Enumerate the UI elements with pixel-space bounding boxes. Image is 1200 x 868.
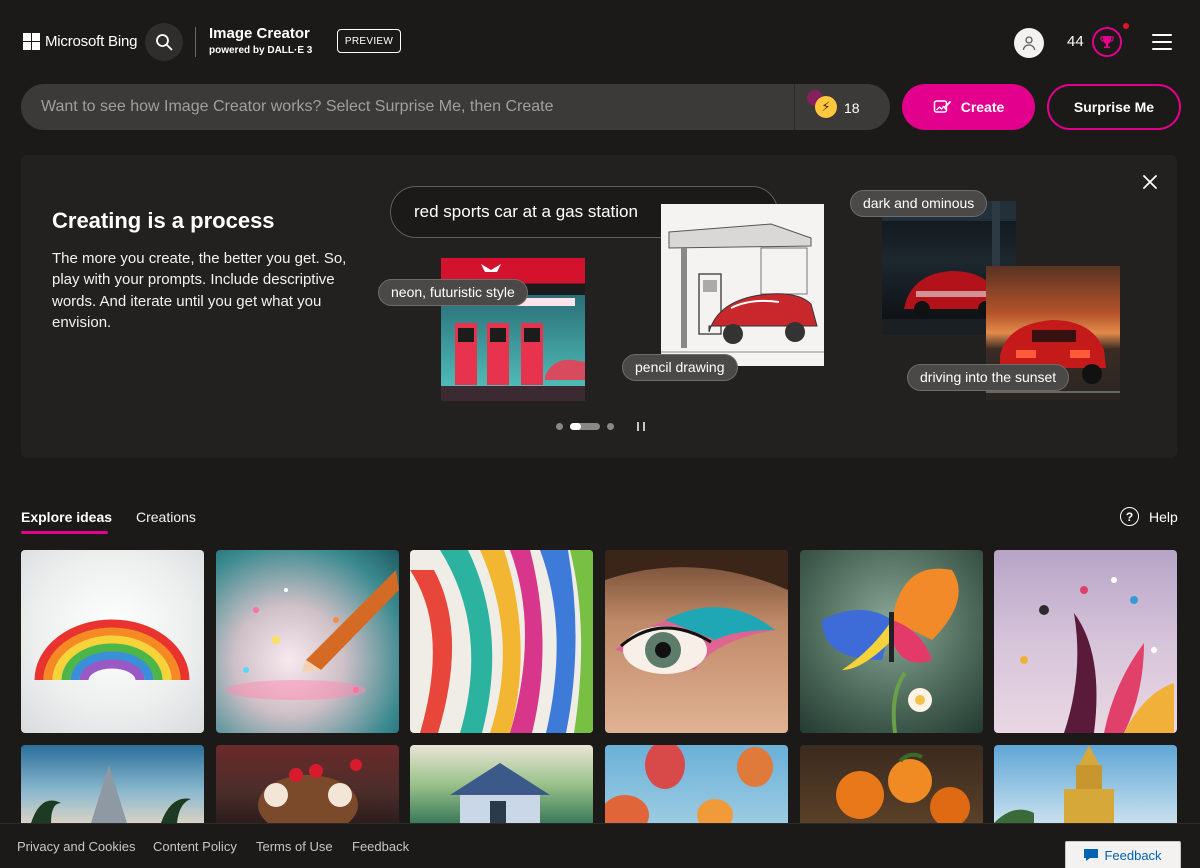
promo-card: Creating is a process The more you creat… <box>21 155 1177 458</box>
gallery-image-oranges[interactable] <box>800 745 983 823</box>
carousel-dot[interactable] <box>607 423 614 430</box>
trophy-icon <box>1100 36 1114 49</box>
gallery-image-butterfly[interactable] <box>800 550 983 733</box>
header: Microsoft Bing Image Creator powered by … <box>0 0 1200 84</box>
gallery-image-palm-tree[interactable] <box>21 745 204 823</box>
help-link[interactable]: Help <box>1149 509 1178 525</box>
create-label: Create <box>960 99 1005 115</box>
privacy-cookies-link[interactable]: Privacy and Cookies <box>17 839 136 854</box>
pencil-drawing-image <box>661 204 824 366</box>
prompt-separator <box>794 84 795 130</box>
chip-dark-ominous: dark and ominous <box>850 190 988 217</box>
search-icon <box>156 34 173 51</box>
notification-dot <box>1123 23 1129 29</box>
carousel-dot[interactable] <box>556 423 563 430</box>
promo-title: Creating is a process <box>52 208 275 233</box>
carousel-dots <box>556 423 614 430</box>
terms-of-use-link[interactable]: Terms of Use <box>256 839 333 854</box>
footer: Privacy and Cookies Content Policy Terms… <box>0 823 1200 868</box>
preview-badge: PREVIEW <box>337 29 401 53</box>
surprise-me-button[interactable]: Surprise Me <box>1047 84 1181 130</box>
prompt-input[interactable] <box>41 84 791 130</box>
chip-pencil-drawing: pencil drawing <box>622 354 738 381</box>
tab-explore-ideas[interactable]: Explore ideas <box>21 509 112 525</box>
app-title[interactable]: Image Creator <box>209 25 310 42</box>
boost-icon[interactable]: ⚡ <box>815 96 837 118</box>
search-button[interactable] <box>145 23 183 61</box>
gallery-image-eye-makeup[interactable] <box>605 550 788 733</box>
rewards-points[interactable]: 44 <box>1067 33 1084 50</box>
help-icon[interactable]: ? <box>1120 507 1139 526</box>
content-policy-link[interactable]: Content Policy <box>153 839 237 854</box>
close-icon[interactable] <box>1141 173 1159 191</box>
gallery-image-cottage[interactable] <box>410 745 593 823</box>
carousel-dot-active[interactable] <box>570 423 600 430</box>
gallery-image-pencil-sparkles[interactable] <box>216 550 399 733</box>
tab-creations[interactable]: Creations <box>136 509 196 525</box>
hamburger-menu-icon[interactable] <box>1152 34 1172 50</box>
create-icon <box>933 100 951 113</box>
prompt-bar: ⚡ 18 <box>21 84 890 130</box>
tab-active-indicator <box>21 531 108 534</box>
pause-icon[interactable] <box>637 422 645 431</box>
gallery-image-ribbons[interactable] <box>410 550 593 733</box>
feedback-icon <box>1084 849 1099 861</box>
gallery-image-golden-temple[interactable] <box>994 745 1177 823</box>
gallery-image-hot-air-balloons[interactable] <box>605 745 788 823</box>
gallery-image-ice-cream[interactable] <box>216 745 399 823</box>
windows-logo-icon[interactable] <box>23 33 40 50</box>
app-subtitle: powered by DALL·E 3 <box>209 45 313 56</box>
rewards-button[interactable] <box>1092 27 1122 57</box>
chip-neon-style: neon, futuristic style <box>378 279 528 306</box>
brand-name[interactable]: Microsoft Bing <box>45 33 137 50</box>
chip-driving-sunset: driving into the sunset <box>907 364 1070 391</box>
gallery-image-paint-splash[interactable] <box>994 550 1177 733</box>
feedback-button-label: Feedback <box>1104 847 1162 863</box>
header-divider <box>195 27 196 57</box>
create-button[interactable]: Create <box>902 84 1035 130</box>
account-button[interactable] <box>1014 28 1044 58</box>
feedback-button[interactable]: Feedback <box>1065 841 1181 868</box>
boost-count: 18 <box>844 100 860 116</box>
gallery-image-rainbow[interactable] <box>21 550 204 733</box>
feedback-link[interactable]: Feedback <box>352 839 409 854</box>
user-icon <box>1022 36 1036 51</box>
promo-text: The more you create, the better you get.… <box>52 250 347 331</box>
